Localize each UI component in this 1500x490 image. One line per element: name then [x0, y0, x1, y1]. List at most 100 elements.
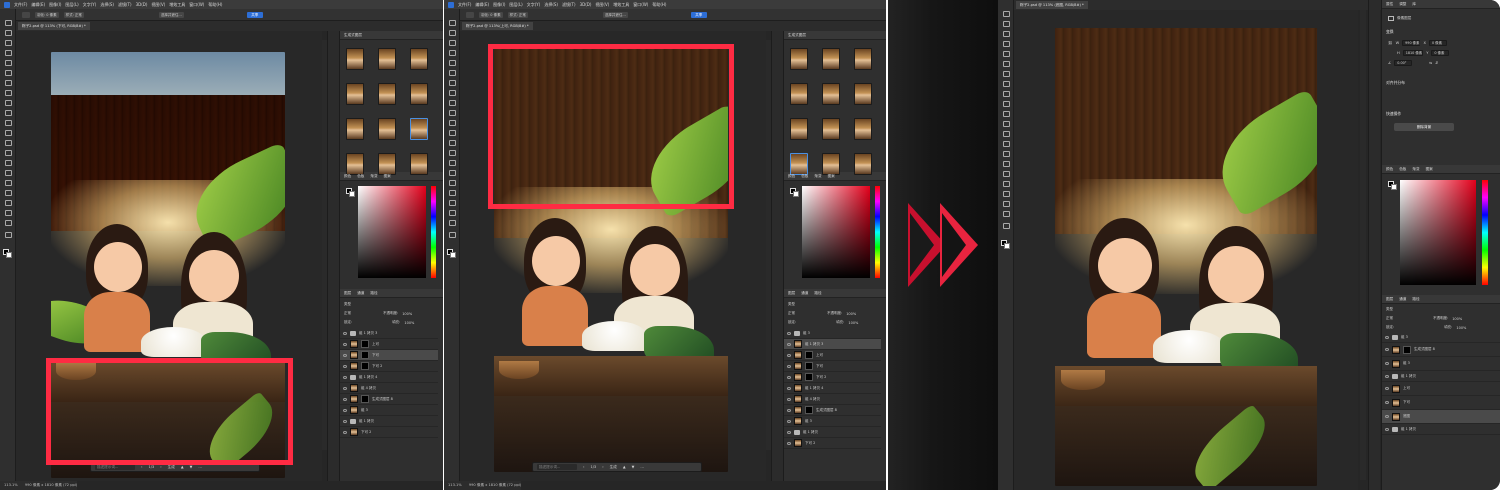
canvas-image[interactable] — [1055, 28, 1317, 486]
eye-icon[interactable] — [787, 441, 791, 445]
shape-tool-icon[interactable] — [448, 199, 456, 206]
fg-bg-color-icon[interactable] — [790, 188, 799, 197]
hue-slider[interactable] — [875, 186, 880, 278]
generate-button[interactable]: 生成 — [610, 465, 617, 470]
eye-icon[interactable] — [343, 397, 347, 401]
more-tools-icon[interactable] — [4, 231, 12, 238]
remove-background-button[interactable]: 删除背景 — [1394, 123, 1454, 131]
frame-tool-icon[interactable] — [1002, 60, 1010, 67]
path-select-tool-icon[interactable] — [4, 189, 12, 196]
transform-section-title[interactable]: 变换 — [1382, 23, 1500, 38]
layer-row[interactable]: 组 1 拷贝 — [1382, 424, 1500, 435]
variation-thumbnail[interactable] — [378, 153, 396, 175]
menu-3d[interactable]: 3D(D) — [580, 2, 592, 7]
hue-slider[interactable] — [1482, 180, 1488, 285]
tab-properties[interactable]: 属性 — [1386, 2, 1393, 7]
eraser-tool-icon[interactable] — [4, 129, 12, 136]
type-tool-icon[interactable] — [4, 179, 12, 186]
zoom-tool-icon[interactable] — [1002, 210, 1010, 217]
menu-layer[interactable]: 图层(L) — [65, 2, 78, 8]
tab-gradients[interactable]: 渐变 — [1412, 167, 1419, 172]
lasso-tool-icon[interactable] — [1002, 30, 1010, 37]
variation-thumbnail[interactable] — [410, 48, 428, 70]
layer-row[interactable]: 组 1 拷贝 — [1382, 371, 1500, 382]
x-field[interactable]: 0 像素 — [1428, 40, 1447, 46]
path-select-tool-icon[interactable] — [448, 189, 456, 196]
shape-tool-icon[interactable] — [4, 199, 12, 206]
align-section-title[interactable]: 对齐并分布 — [1382, 74, 1500, 89]
layer-row[interactable]: 组 4 拷贝 — [340, 383, 438, 394]
eye-icon[interactable] — [1385, 348, 1389, 351]
scrollbar[interactable] — [1360, 10, 1366, 480]
variation-thumbnail[interactable] — [790, 153, 808, 175]
variation-thumbnail[interactable] — [346, 153, 364, 175]
hand-tool-icon[interactable] — [448, 209, 456, 216]
tab-color[interactable]: 颜色 — [1386, 167, 1393, 172]
blur-tool-icon[interactable] — [4, 149, 12, 156]
menu-layer[interactable]: 图层(L) — [509, 2, 522, 8]
menu-3d[interactable]: 3D(D) — [136, 2, 148, 7]
layer-row[interactable]: 生成式图层 8 — [1382, 343, 1500, 357]
variation-thumbnail[interactable] — [822, 118, 840, 140]
more-options-icon[interactable]: … — [640, 465, 644, 469]
tab-layers[interactable]: 图层 — [344, 291, 351, 296]
style-select[interactable]: 样式: 正常 — [507, 11, 528, 18]
eye-icon[interactable] — [343, 331, 347, 335]
eye-icon[interactable] — [343, 419, 347, 423]
layer-row[interactable]: 上可 — [340, 339, 438, 350]
tab-paths[interactable]: 路径 — [370, 291, 377, 296]
eye-icon[interactable] — [343, 375, 347, 379]
eye-icon[interactable] — [343, 342, 347, 346]
tab-layers[interactable]: 图层 — [1386, 297, 1393, 302]
eye-icon[interactable] — [787, 386, 791, 390]
eye-icon[interactable] — [1385, 335, 1389, 339]
tab-swatches[interactable]: 色板 — [357, 174, 364, 179]
menu-filter[interactable]: 滤镜(T) — [118, 2, 132, 8]
eye-icon[interactable] — [787, 408, 791, 412]
eye-icon[interactable] — [1385, 362, 1389, 365]
move-tool-icon[interactable] — [448, 19, 456, 26]
next-variation-icon[interactable]: › — [602, 465, 603, 469]
layer-row[interactable]: 组 3 — [1382, 357, 1500, 371]
variation-thumbnail[interactable] — [790, 118, 808, 140]
eye-icon[interactable] — [1385, 401, 1389, 404]
layer-row[interactable]: 生成式图层 8 — [340, 394, 438, 405]
pen-tool-icon[interactable] — [448, 169, 456, 176]
menu-file[interactable]: 文件(F) — [458, 2, 471, 8]
tab-libraries[interactable]: 库 — [1412, 2, 1416, 7]
thumbs-up-icon[interactable]: ▲ — [181, 465, 184, 469]
tab-gradients[interactable]: 渐变 — [370, 174, 377, 179]
menu-image[interactable]: 图像(I) — [493, 2, 505, 8]
layer-row[interactable]: 上可 — [1382, 382, 1500, 396]
move-tool-icon[interactable] — [4, 19, 12, 26]
quick-actions-title[interactable]: 快速操作 — [1382, 105, 1500, 120]
menu-type[interactable]: 文字(Y) — [83, 2, 97, 8]
layer-row[interactable]: 生成式图层 8 — [784, 405, 881, 416]
layer-row[interactable]: 组 1 拷贝 — [340, 416, 438, 427]
variation-thumbnail[interactable] — [854, 118, 872, 140]
color-swatches-icon[interactable] — [447, 249, 457, 259]
menu-select[interactable]: 选择(S) — [544, 2, 558, 8]
tab-color[interactable]: 颜色 — [788, 174, 795, 179]
variation-thumbnail[interactable] — [822, 83, 840, 105]
tab-patterns[interactable]: 图案 — [384, 174, 391, 179]
eye-icon[interactable] — [1385, 374, 1389, 378]
tab-swatches[interactable]: 色板 — [1399, 167, 1406, 172]
thumbs-down-icon[interactable]: ▼ — [190, 465, 193, 469]
eye-icon[interactable] — [343, 408, 347, 412]
share-button[interactable]: 共享 — [246, 11, 263, 18]
menu-plugins[interactable]: 增效工具 — [613, 2, 629, 8]
type-tool-icon[interactable] — [1002, 170, 1010, 177]
eyedropper-tool-icon[interactable] — [448, 79, 456, 86]
layer-row[interactable]: 组 1 拷贝 — [784, 427, 881, 438]
layer-row[interactable]: 上可 — [784, 350, 881, 361]
blur-tool-icon[interactable] — [1002, 140, 1010, 147]
marquee-tool-icon[interactable] — [1002, 20, 1010, 27]
flip-horizontal-icon[interactable]: ⇋ — [1429, 61, 1432, 65]
eye-icon[interactable] — [787, 375, 791, 379]
layer-row[interactable]: 下可 — [340, 350, 438, 361]
zoom-tool-icon[interactable] — [4, 219, 12, 226]
angle-field[interactable]: 0.00° — [1394, 60, 1413, 66]
layer-row[interactable]: 组 3 — [1382, 332, 1500, 343]
eye-icon[interactable] — [787, 364, 791, 368]
